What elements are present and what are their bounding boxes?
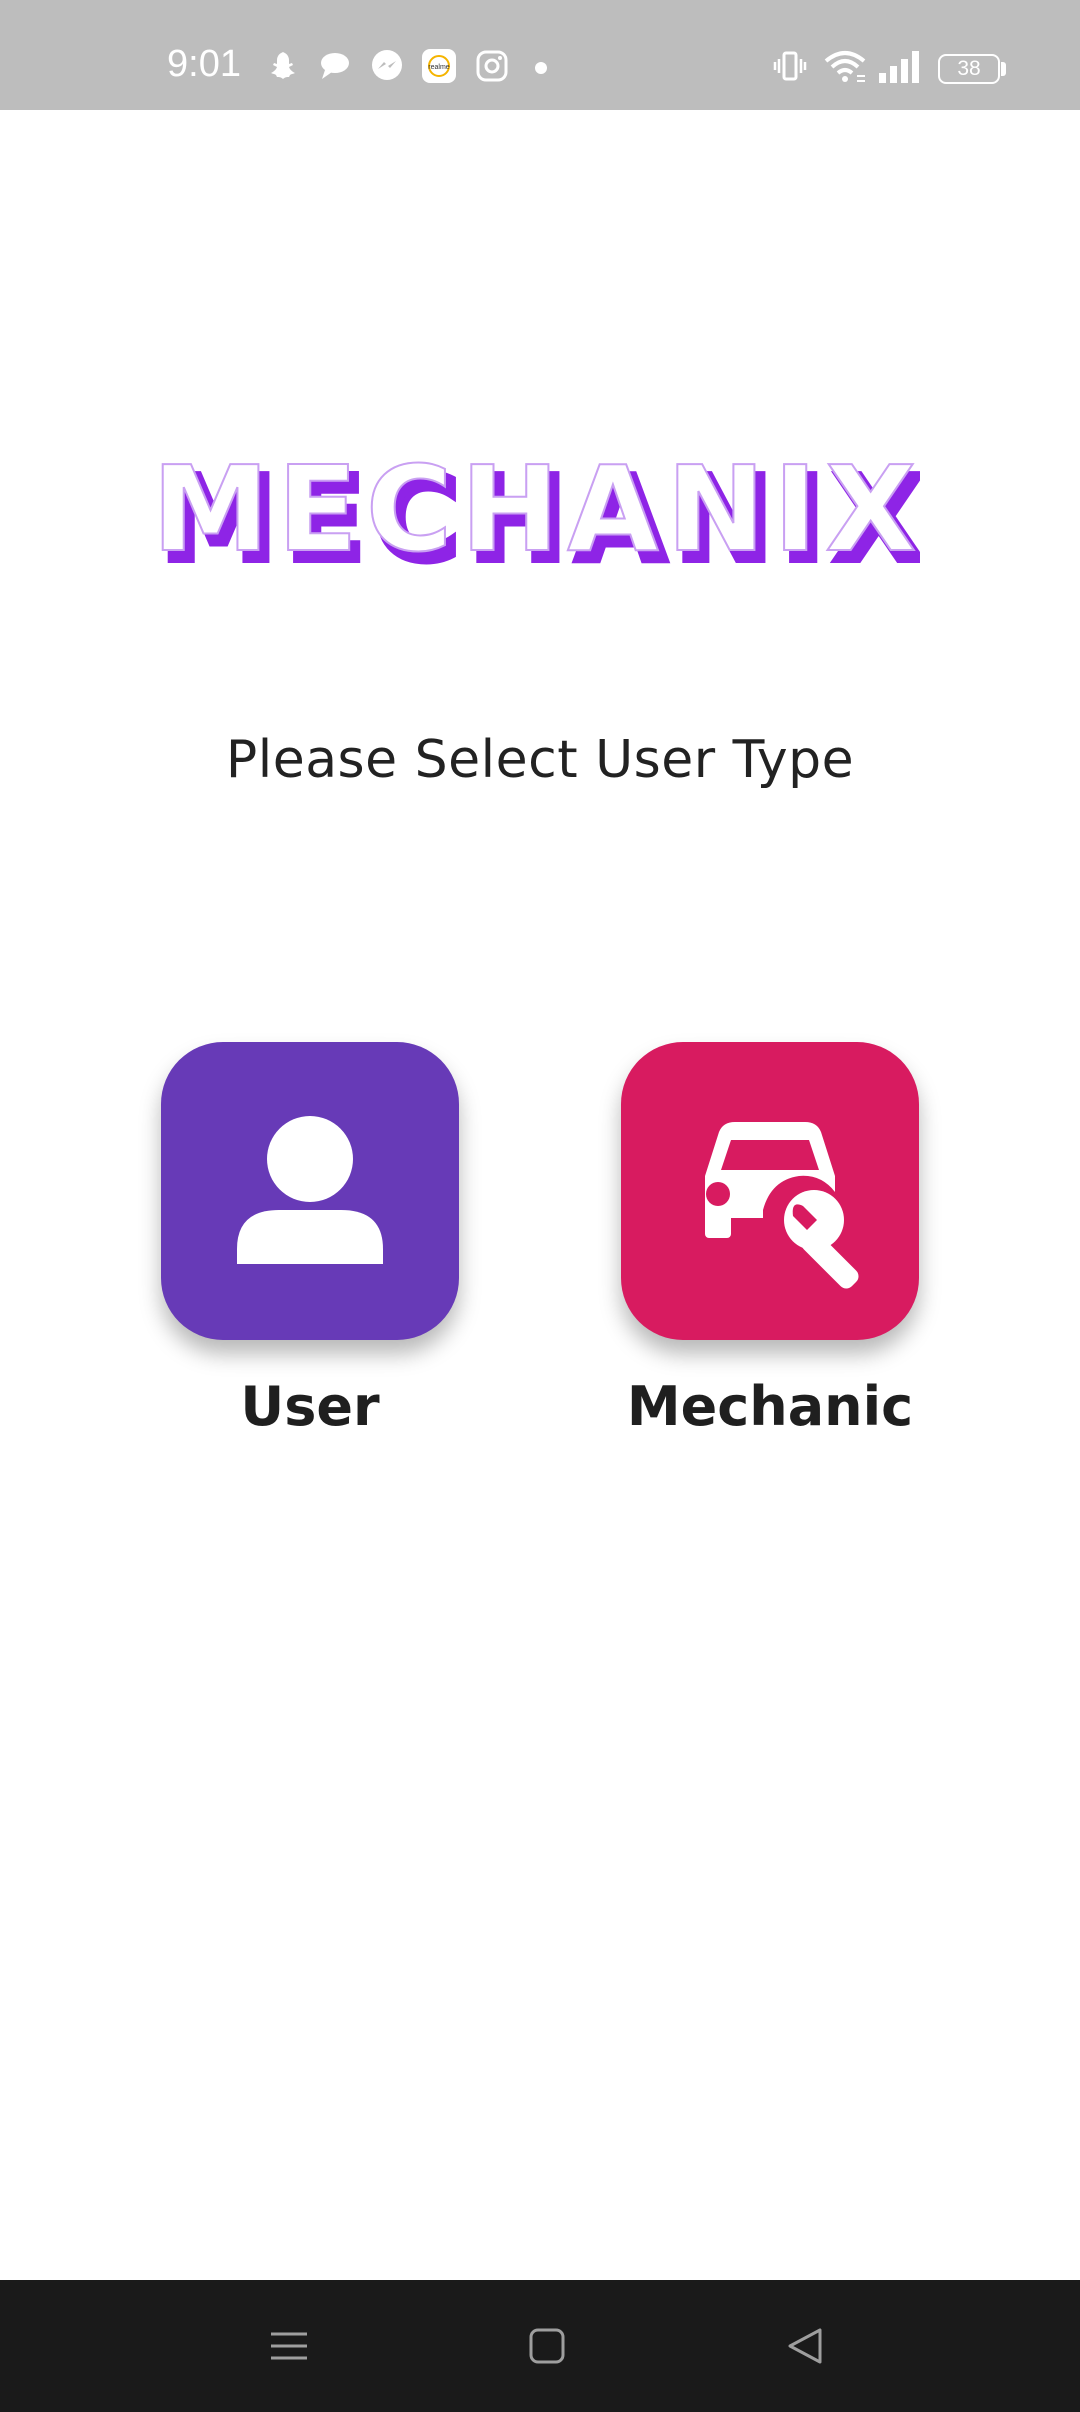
battery-tip — [1001, 62, 1006, 76]
mechanic-type-button[interactable] — [621, 1042, 919, 1340]
instagram-icon — [474, 48, 510, 84]
user-type-button[interactable] — [161, 1042, 459, 1340]
messenger-icon — [369, 48, 405, 84]
logo-text: MECHANIX — [160, 440, 920, 578]
user-label: User — [240, 1375, 380, 1438]
back-icon[interactable] — [776, 2316, 836, 2376]
notification-dot-icon — [535, 62, 547, 74]
wifi-icon — [824, 48, 866, 84]
app-logo: MECHANIX MECHANIX — [160, 440, 920, 590]
vibrate-icon — [772, 48, 808, 84]
snapchat-icon — [263, 48, 299, 84]
home-icon[interactable] — [517, 2316, 577, 2376]
navigation-bar — [0, 2280, 1080, 2412]
realme-icon: realme — [421, 48, 457, 84]
mechanic-label: Mechanic — [626, 1375, 914, 1438]
signal-icon — [877, 48, 923, 84]
status-bar: 9:01 realme 38 — [0, 0, 1080, 110]
status-time: 9:01 — [167, 43, 241, 85]
menu-icon[interactable] — [259, 2316, 319, 2376]
svg-text:realme: realme — [428, 64, 450, 71]
screen: 9:01 realme 38 MECHANIX MECHANIX Please … — [0, 0, 1080, 2412]
chat-bubble-icon — [316, 48, 352, 84]
car-wrench-icon — [705, 1122, 859, 1289]
battery-icon: 38 — [938, 54, 1000, 84]
select-user-type-prompt: Please Select User Type — [225, 730, 855, 790]
person-icon — [237, 1116, 383, 1264]
